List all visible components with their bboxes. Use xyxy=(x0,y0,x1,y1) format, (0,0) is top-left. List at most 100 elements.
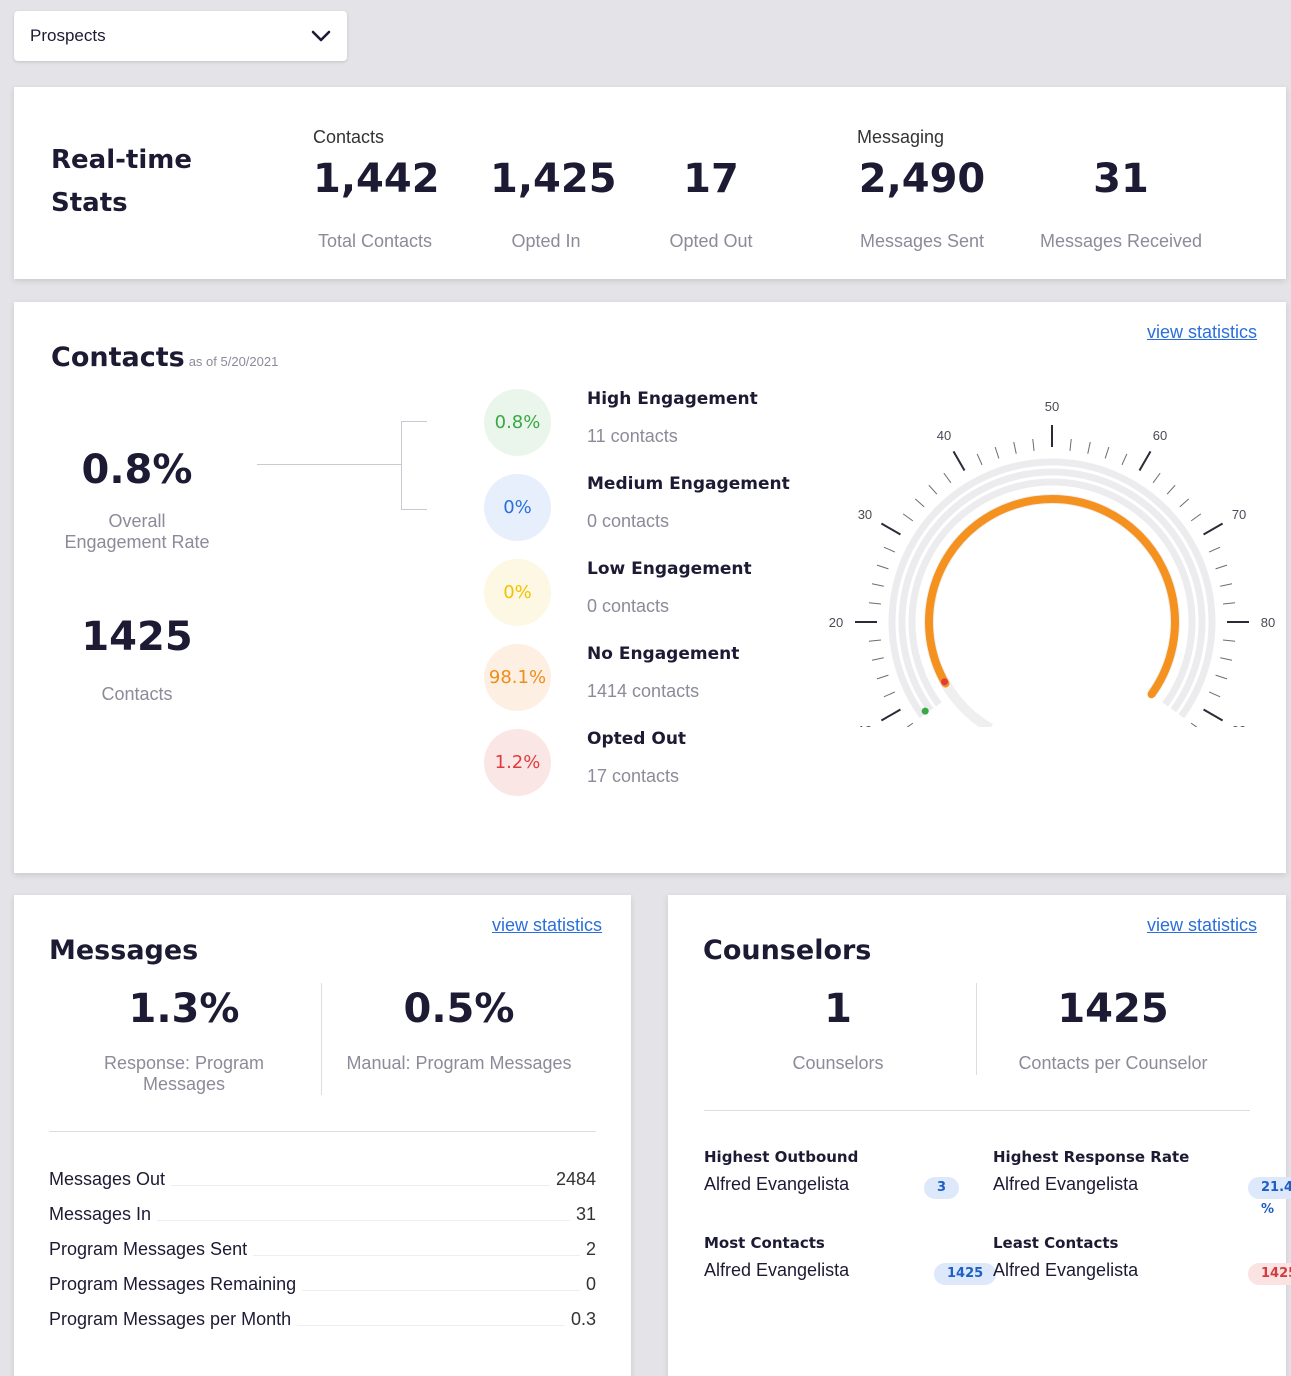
counselor-highlight: Least Contacts Alfred Evangelista 1425 xyxy=(993,1234,1291,1285)
gauge-tick xyxy=(871,657,884,661)
gauge-tick xyxy=(1013,441,1017,454)
gauge-tick xyxy=(876,564,889,570)
realtime-stats-title: Real-time Stats xyxy=(51,145,192,218)
highlight-badge: 1425 xyxy=(1248,1263,1291,1285)
contacts-card: Contacts as of 5/20/2021 view statistics … xyxy=(14,302,1286,873)
gauge-tick xyxy=(928,484,938,495)
gauge-tick xyxy=(1152,472,1161,484)
gauge-tick xyxy=(1179,498,1190,508)
audience-dropdown[interactable]: Prospects xyxy=(14,11,347,61)
divider xyxy=(704,1110,1250,1111)
gauge-tick-label: 70 xyxy=(1232,507,1246,522)
contacts-view-statistics-link[interactable]: view statistics xyxy=(1147,322,1257,343)
list-item: Messages Out 2484 xyxy=(49,1166,596,1190)
messages-view-statistics-link[interactable]: view statistics xyxy=(492,915,602,936)
manual-rate: 0.5% Manual: Program Messages xyxy=(334,987,584,1074)
counselor-highlight: Highest Outbound Alfred Evangelista 3 xyxy=(704,1148,964,1199)
stat-opted-in: 1,425 Opted In xyxy=(490,156,617,252)
gauge-tick xyxy=(1190,513,1202,522)
list-item-label: Messages In xyxy=(49,1204,152,1224)
counselors-view-statistics-link[interactable]: view statistics xyxy=(1147,915,1257,936)
gauge-tick xyxy=(868,602,881,605)
gauge-tick xyxy=(1215,674,1228,680)
counselors-title: Counselors xyxy=(703,935,872,966)
overall-engagement-caption-2: Engagement Rate xyxy=(64,532,210,552)
audience-dropdown-value: Prospects xyxy=(30,26,106,45)
contacts-total-caption: Contacts xyxy=(101,684,173,704)
engagement-gauge: 0102030405060708090100 xyxy=(829,399,1275,727)
stat-value: 2,490 xyxy=(858,156,986,202)
counselors-card: Counselors view statistics 1 Counselors … xyxy=(668,895,1291,1376)
list-item-value: 2 xyxy=(585,1239,596,1259)
bracket-connector xyxy=(401,421,427,422)
list-item-value: 2484 xyxy=(555,1169,596,1189)
engagement-level-count: 0 contacts xyxy=(587,511,670,531)
highlight-heading: Highest Response Rate xyxy=(993,1148,1190,1166)
contacts-total: 1425 Contacts xyxy=(14,614,260,705)
stat-opted-out: 17 Opted Out xyxy=(664,157,758,252)
gauge-tick xyxy=(914,498,925,508)
gauge-tick xyxy=(1032,438,1035,451)
manual-rate-value: 0.5% xyxy=(403,986,515,1032)
messages-card: Messages view statistics 1.3% Response: … xyxy=(14,895,631,1376)
gauge-tick xyxy=(1069,438,1072,451)
divider xyxy=(976,983,977,1075)
gauge-tick xyxy=(1121,453,1128,466)
gauge-tick xyxy=(1208,691,1221,698)
gauge-tick xyxy=(1223,639,1236,642)
engagement-row: 0% Medium Engagement 0 contacts xyxy=(484,474,814,542)
contacts-per-counselor-caption: Contacts per Counselor xyxy=(1018,1053,1208,1073)
response-rate-value: 1.3% xyxy=(128,986,240,1032)
gauge-tick xyxy=(1203,522,1224,536)
list-item: Messages In 31 xyxy=(49,1201,596,1225)
engagement-percent-badge: 0.8% xyxy=(484,389,551,456)
engagement-percent-badge: 0% xyxy=(484,559,551,626)
engagement-level-count: 11 contacts xyxy=(587,426,678,446)
response-rate-caption: Response: Program Messages xyxy=(103,1053,265,1094)
engagement-level-name: Opted Out xyxy=(587,729,687,749)
gauge-tick-label: 90 xyxy=(1232,723,1246,727)
gauge-tick xyxy=(1138,450,1152,471)
highlight-badge: 21.4 % xyxy=(1248,1177,1291,1217)
list-item-label: Program Messages Remaining xyxy=(49,1274,297,1294)
highlight-badge: 1425 xyxy=(934,1263,997,1285)
gauge-tick xyxy=(868,639,881,642)
gauge-tick xyxy=(976,453,983,466)
stat-caption: Opted Out xyxy=(669,231,753,251)
overall-engagement-value: 0.8% xyxy=(81,447,193,493)
engagement-percent-badge: 1.2% xyxy=(484,729,551,796)
highlight-heading: Highest Outbound xyxy=(704,1148,859,1166)
stat-messages-sent: 2,490 Messages Sent xyxy=(857,157,987,252)
gauge-tick xyxy=(1220,657,1233,661)
counselor-count-value: 1 xyxy=(824,986,852,1032)
gauge-track xyxy=(898,468,1206,713)
stat-caption: Messages Received xyxy=(1039,231,1203,251)
stat-caption: Opted In xyxy=(511,231,581,251)
bracket-connector xyxy=(401,421,402,510)
highlight-heading: Least Contacts xyxy=(993,1234,1119,1252)
gauge-marker-opted-out xyxy=(941,678,949,686)
messages-title: Messages xyxy=(49,935,199,966)
engagement-level-count: 0 contacts xyxy=(587,596,670,616)
gauge-tick-label: 40 xyxy=(937,428,951,443)
leader-line xyxy=(297,1325,565,1326)
highlight-badge: 3 xyxy=(924,1177,960,1199)
gauge-tick xyxy=(883,691,896,698)
messaging-group-label: Messaging xyxy=(857,127,945,147)
gauge-tick xyxy=(952,450,966,471)
stat-value: 31 xyxy=(1093,156,1149,202)
stat-value: 1,442 xyxy=(313,156,440,202)
gauge-tick-label: 80 xyxy=(1261,615,1275,630)
bracket-connector xyxy=(257,464,402,465)
stat-value: 1,425 xyxy=(490,156,617,202)
gauge-tick xyxy=(871,583,884,587)
engagement-row: 0.8% High Engagement 11 contacts xyxy=(484,389,814,457)
highlight-heading: Most Contacts xyxy=(704,1234,825,1252)
leader-line xyxy=(253,1255,580,1256)
overall-engagement-caption-1: Overall xyxy=(108,511,166,531)
gauge-tick xyxy=(994,446,1000,459)
gauge-tick xyxy=(876,674,889,680)
as-of-date: as of 5/20/2021 xyxy=(188,354,279,369)
contacts-per-counselor: 1425 Contacts per Counselor xyxy=(988,987,1238,1074)
contacts-title: Contacts as of 5/20/2021 xyxy=(51,342,278,373)
